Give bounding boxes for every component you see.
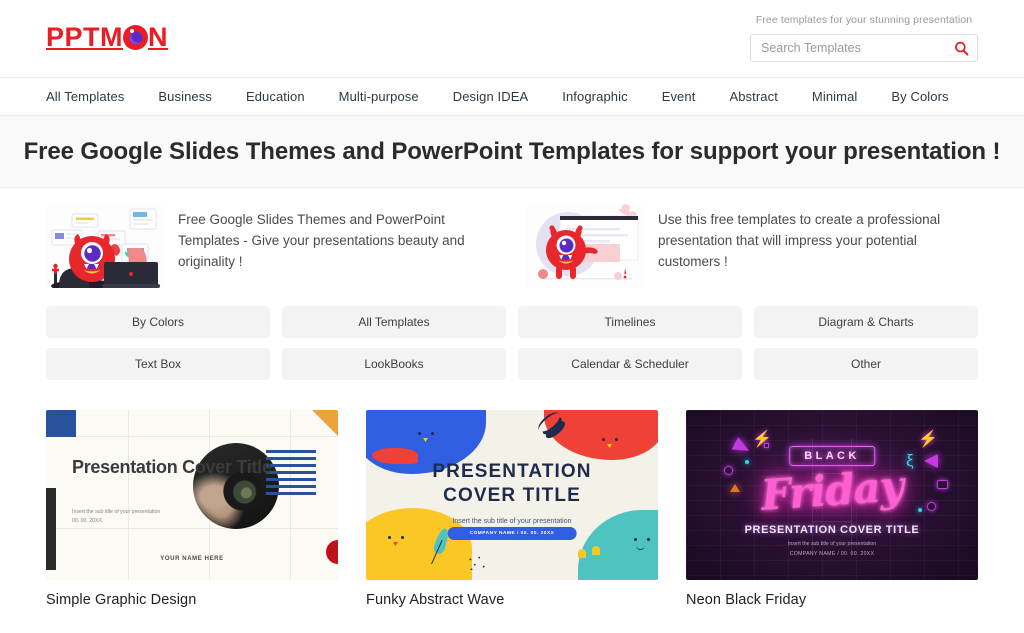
cyan-dot-icon — [918, 508, 922, 512]
hero-title: Free Google Slides Themes and PowerPoint… — [23, 137, 1001, 165]
template-thumbnail-neon-black-friday[interactable]: ⚡ ⚡ ξ BLACK Friday PRESENTATION COVER TI… — [686, 410, 978, 580]
slide-subtitle: Insert the sub title of your presentatio… — [787, 541, 877, 547]
red-blob-shape — [544, 410, 658, 460]
slide-heading: PRESENTATION COVER TITLE — [432, 461, 592, 506]
category-all-templates[interactable]: All Templates — [282, 306, 506, 338]
small-triangle-icon — [730, 484, 740, 492]
blue-corner-shape — [46, 410, 76, 437]
search-icon — [954, 41, 969, 56]
monster-at-laptop-illustration — [46, 204, 164, 288]
search-button[interactable] — [951, 38, 971, 58]
template-card-title[interactable]: Simple Graphic Design — [46, 592, 338, 608]
category-calendar-scheduler[interactable]: Calendar & Scheduler — [518, 348, 742, 380]
category-other[interactable]: Other — [754, 348, 978, 380]
category-diagram-charts[interactable]: Diagram & Charts — [754, 306, 978, 338]
nav-item-all-templates[interactable]: All Templates — [46, 89, 124, 104]
nav-item-infographic[interactable]: Infographic — [562, 89, 627, 104]
blue-stripes-decoration — [266, 450, 316, 499]
nav-item-education[interactable]: Education — [246, 89, 305, 104]
nav-item-by-colors[interactable]: By Colors — [891, 89, 948, 104]
template-card[interactable]: ⚡ ⚡ ξ BLACK Friday PRESENTATION COVER TI… — [686, 410, 978, 608]
intro-block-1: Free Google Slides Themes and PowerPoint… — [46, 204, 498, 288]
monster-presenting-illustration — [526, 204, 644, 288]
slide-subtitle: Insert the sub title of your presentatio… — [72, 509, 161, 525]
slide-company: COMPANY NAME / 00. 00. 20XX — [789, 551, 875, 557]
slide-heading: Presentation Cover Title — [72, 457, 272, 477]
small-square-icon — [764, 443, 769, 448]
slide-subtitle: Insert the sub title of your presentatio… — [452, 518, 572, 525]
dot-cluster-decoration — [466, 554, 488, 572]
hero-banner: Free Google Slides Themes and PowerPoint… — [0, 116, 1024, 188]
logo-text-left: PPTM — [46, 22, 124, 52]
search-box[interactable] — [750, 34, 978, 62]
intro-text-2: Use this free templates to create a prof… — [658, 212, 941, 269]
yellow-hand-shape — [578, 549, 586, 558]
main-navigation: All Templates Business Education Multi-p… — [0, 78, 1024, 116]
header-tagline: Free templates for your stunning present… — [755, 14, 973, 26]
logo-eye-icon — [123, 25, 149, 50]
yellow-hand-shape — [592, 546, 600, 555]
nav-item-abstract[interactable]: Abstract — [729, 89, 777, 104]
triangle-outline-icon — [924, 454, 938, 468]
category-button-grid: By Colors All Templates Timelines Diagra… — [0, 288, 1024, 380]
intro-section: Free Google Slides Themes and PowerPoint… — [0, 188, 1024, 288]
template-card[interactable]: PRESENTATION COVER TITLE Insert the sub … — [366, 410, 658, 608]
nav-item-business[interactable]: Business — [158, 89, 212, 104]
nav-item-event[interactable]: Event — [662, 89, 696, 104]
circle-outline-icon — [927, 502, 936, 511]
square-outline-icon — [937, 480, 948, 489]
circle-outline-icon — [724, 466, 733, 475]
cyan-squiggle-icon: ξ — [906, 451, 914, 470]
slide-script-title: Friday — [759, 461, 905, 520]
logo-text-right: N — [148, 22, 169, 52]
nav-item-multi-purpose[interactable]: Multi-purpose — [339, 89, 419, 104]
slide-company-button: COMPANY NAME / 00. 00. 20XX — [447, 527, 577, 540]
orange-corner-shape — [312, 410, 338, 436]
cyan-dot-icon — [745, 460, 749, 464]
nav-item-design-idea[interactable]: Design IDEA — [453, 89, 529, 104]
category-timelines[interactable]: Timelines — [518, 306, 742, 338]
template-card-grid: Presentation Cover Title Insert the sub … — [0, 380, 1024, 608]
header-right-group: Free templates for your stunning present… — [750, 14, 978, 62]
site-logo[interactable]: PPTM N — [46, 24, 168, 51]
template-card-title[interactable]: Neon Black Friday — [686, 592, 978, 608]
slide-footer: YOUR NAME HERE — [160, 556, 224, 562]
intro-block-2: Use this free templates to create a prof… — [526, 204, 978, 288]
template-card-title[interactable]: Funky Abstract Wave — [366, 592, 658, 608]
template-thumbnail-simple-graphic-design[interactable]: Presentation Cover Title Insert the sub … — [46, 410, 338, 580]
site-header: PPTM N Free templates for your stunning p… — [0, 0, 1024, 78]
category-text-box[interactable]: Text Box — [46, 348, 270, 380]
nav-item-minimal[interactable]: Minimal — [812, 89, 857, 104]
intro-text-1: Free Google Slides Themes and PowerPoint… — [178, 212, 465, 269]
template-card[interactable]: Presentation Cover Title Insert the sub … — [46, 410, 338, 608]
category-by-colors[interactable]: By Colors — [46, 306, 270, 338]
search-input[interactable] — [751, 35, 977, 61]
slide-heading: PRESENTATION COVER TITLE — [744, 524, 920, 536]
category-lookbooks[interactable]: LookBooks — [282, 348, 506, 380]
template-thumbnail-funky-abstract-wave[interactable]: PRESENTATION COVER TITLE Insert the sub … — [366, 410, 658, 580]
